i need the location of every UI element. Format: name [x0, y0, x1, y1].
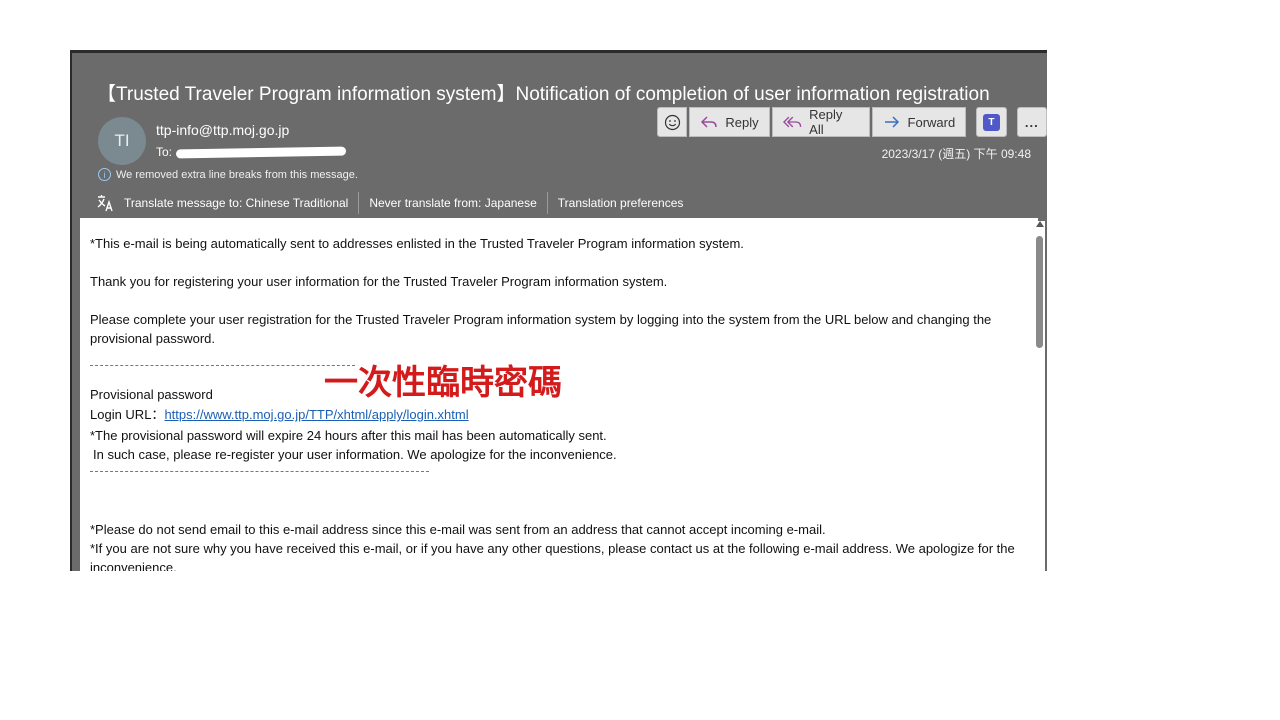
- sender-address[interactable]: ttp-info@ttp.moj.go.jp: [156, 122, 289, 138]
- translation-preferences-link[interactable]: Translation preferences: [558, 196, 684, 210]
- divider: [546, 192, 548, 214]
- forward-button[interactable]: Forward: [871, 107, 967, 137]
- reply-label: Reply: [725, 114, 759, 130]
- one-time-password-annotation: 一次性臨時密碼: [324, 363, 562, 403]
- login-url-label: Login URL：: [90, 407, 165, 422]
- email-reading-window: 【Trusted Traveler Program information sy…: [70, 50, 1047, 571]
- body-line-expire: *The provisional password will expire 24…: [90, 428, 607, 443]
- email-date: 2023/3/17 (週五) 下午 09:48: [881, 147, 1031, 161]
- body-line-do-not-reply: *Please do not send email to this e-mail…: [90, 522, 826, 537]
- body-line-contact: *If you are not sure why you have receiv…: [90, 541, 1015, 571]
- body-line-complete-registration: Please complete your user registration f…: [90, 312, 992, 346]
- react-emoji-button[interactable]: [657, 107, 688, 137]
- scroll-thumb[interactable]: [1036, 236, 1043, 348]
- reply-all-icon: [782, 116, 801, 128]
- recipient-redaction: [175, 146, 347, 159]
- forward-arrow-icon: [884, 116, 899, 128]
- more-actions-button[interactable]: ...: [1016, 107, 1047, 137]
- share-to-teams-button[interactable]: T: [976, 107, 1007, 137]
- scroll-up-arrow-icon[interactable]: [1036, 221, 1044, 227]
- email-body: *This e-mail is being automatically sent…: [80, 218, 1038, 571]
- recipient-row: To:: [156, 145, 347, 159]
- body-line-reregister: In such case, please re-register your us…: [93, 447, 617, 462]
- divider: [358, 192, 360, 214]
- translate-message-link[interactable]: Translate message to: Chinese Traditiona…: [124, 196, 348, 210]
- provisional-password-line: Provisional password: [90, 385, 308, 404]
- dashed-divider: [90, 365, 355, 366]
- login-url-line: Login URL：https://www.ttp.moj.go.jp/TTP/…: [90, 405, 469, 424]
- notice-text: We removed extra line breaks from this m…: [116, 168, 358, 181]
- info-icon: i: [98, 168, 111, 181]
- line-break-notice: i We removed extra line breaks from this…: [98, 168, 358, 181]
- translate-icon: [97, 195, 113, 212]
- body-line-thanks: Thank you for registering your user info…: [90, 274, 668, 289]
- teams-icon: T: [982, 113, 1000, 131]
- reply-icon: [701, 116, 718, 128]
- never-translate-link[interactable]: Never translate from: Japanese: [369, 196, 536, 210]
- password-redaction: [212, 388, 308, 403]
- translation-bar: Translate message to: Chinese Traditiona…: [96, 190, 683, 216]
- reply-all-label: Reply All: [809, 107, 843, 137]
- email-subject: 【Trusted Traveler Program information sy…: [97, 84, 990, 105]
- login-url-link[interactable]: https://www.ttp.moj.go.jp/TTP/xhtml/appl…: [164, 407, 468, 422]
- reply-all-button[interactable]: Reply All: [771, 107, 870, 137]
- password-label: Provisional password: [90, 387, 213, 402]
- reply-button[interactable]: Reply: [689, 107, 770, 137]
- body-line-auto-sent: *This e-mail is being automatically sent…: [90, 236, 744, 251]
- message-toolbar: Reply Reply All Forward T ...: [657, 107, 1047, 137]
- sender-avatar[interactable]: TI: [98, 117, 146, 165]
- smiley-icon: [664, 114, 680, 130]
- forward-label: Forward: [907, 114, 956, 130]
- body-scrollbar[interactable]: [1035, 221, 1045, 571]
- dashed-divider: [90, 471, 429, 472]
- to-label: To:: [156, 145, 173, 159]
